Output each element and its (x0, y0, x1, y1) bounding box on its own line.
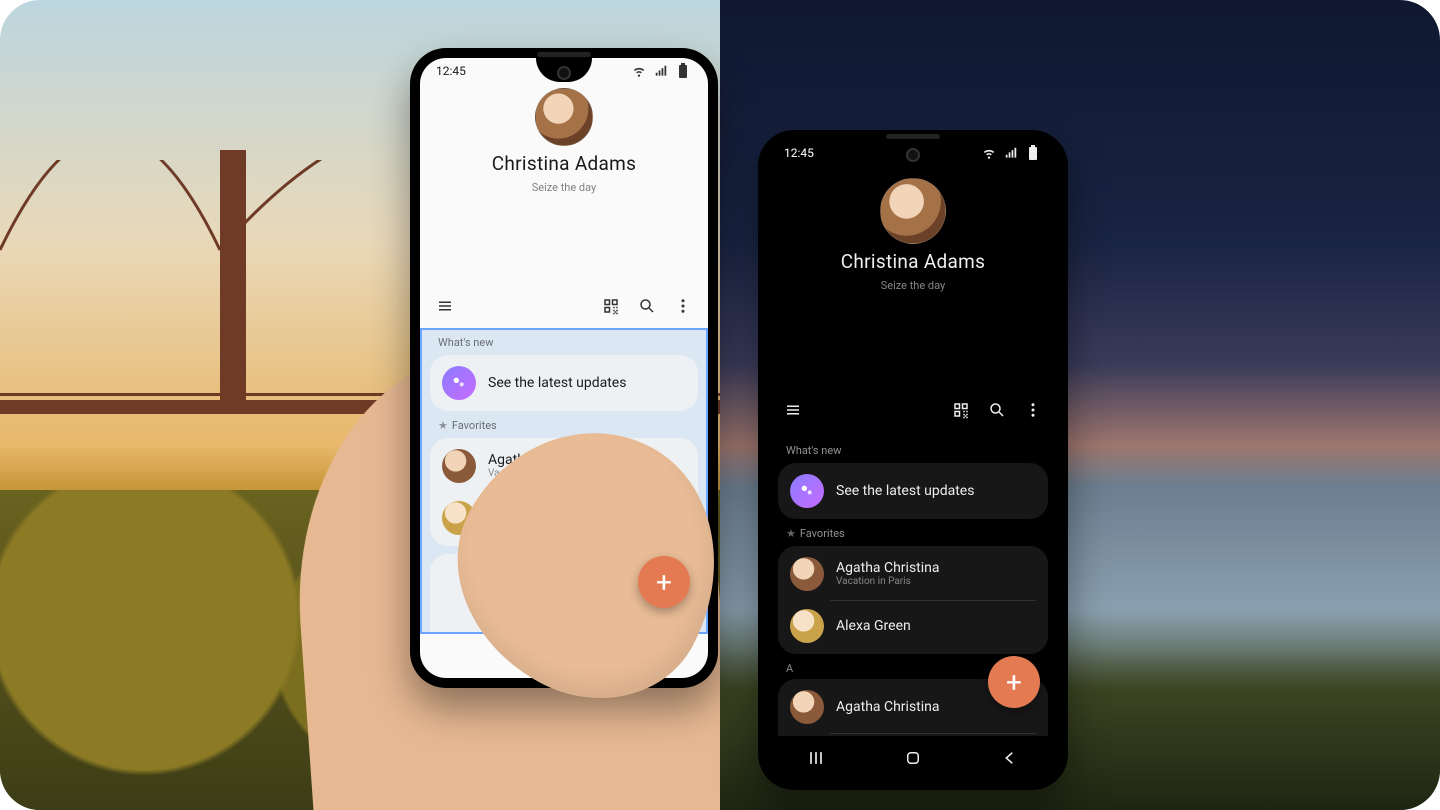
nav-home[interactable] (534, 647, 594, 665)
contact-name: Alexa Green (836, 618, 911, 634)
profile-name: Christina Adams (492, 152, 637, 175)
profile-tagline: Seize the day (532, 181, 597, 194)
updates-icon (442, 366, 476, 400)
qr-icon[interactable] (952, 401, 970, 419)
updates-row[interactable]: See the latest updates (784, 465, 1042, 517)
more-icon[interactable] (674, 297, 692, 315)
phone-dark-mode: 12:45 Christina Adams Seize the day (758, 130, 1068, 790)
wifi-icon (630, 62, 648, 80)
contact-row[interactable]: Alexa (436, 492, 692, 544)
plus-icon: + (656, 566, 672, 599)
updates-icon (790, 474, 824, 508)
qr-icon[interactable] (602, 297, 620, 315)
contact-status: Vacation in Paris (836, 576, 940, 588)
nav-recents[interactable] (786, 748, 846, 768)
signal-icon (652, 62, 670, 80)
contact-row[interactable]: Agatha ChristinaVacation in Paris (784, 548, 1042, 600)
updates-label: See the latest updates (836, 483, 974, 499)
profile-header[interactable]: Christina Adams Seize the day (768, 178, 1058, 292)
search-icon[interactable] (988, 401, 1006, 419)
profile-avatar[interactable] (880, 178, 946, 244)
updates-label: See the latest updates (488, 375, 626, 391)
battery-icon (1024, 144, 1042, 162)
earpiece (537, 52, 591, 57)
contact-status: Vacation in Paris (488, 468, 592, 480)
contact-row[interactable]: Agatha ChristinaVacation in Paris (436, 440, 692, 492)
more-icon[interactable] (1024, 401, 1042, 419)
profile-avatar[interactable] (535, 88, 593, 146)
status-clock: 12:45 (436, 64, 466, 78)
updates-row[interactable]: See the latest updates (436, 357, 692, 409)
toolbar (768, 390, 1058, 430)
star-icon: ★ (786, 527, 796, 540)
nav-home[interactable] (883, 749, 943, 767)
contact-name: Agatha Christina (488, 452, 592, 468)
nav-back[interactable] (980, 749, 1040, 767)
profile-header[interactable]: Christina Adams Seize the day (420, 88, 708, 194)
hamburger-icon[interactable] (784, 401, 802, 419)
search-icon[interactable] (638, 297, 656, 315)
section-whats-new: What's new (778, 436, 1048, 463)
profile-name: Christina Adams (841, 250, 986, 273)
status-clock: 12:45 (784, 146, 814, 160)
contact-avatar (442, 501, 476, 535)
add-contact-fab[interactable]: + (638, 556, 690, 608)
section-favorites: ★Favorites (430, 411, 698, 438)
contact-avatar (790, 557, 824, 591)
contact-name: tina (488, 574, 511, 590)
contact-row[interactable]: rtin (436, 608, 692, 634)
contact-name: Agatha Christina (836, 560, 940, 576)
hamburger-icon[interactable] (436, 297, 454, 315)
contact-row[interactable]: Alexa Green (784, 600, 1042, 652)
contact-avatar (442, 449, 476, 483)
nav-bar (768, 736, 1058, 780)
earpiece (886, 134, 940, 139)
add-contact-fab[interactable]: + (988, 656, 1040, 708)
section-favorites: ★Favorites (778, 519, 1048, 546)
plus-icon: + (1006, 666, 1022, 699)
nav-bar (420, 634, 708, 678)
toolbar (420, 286, 708, 326)
star-icon: ★ (438, 419, 448, 432)
section-whats-new: What's new (430, 328, 698, 355)
contact-avatar (790, 690, 824, 724)
wifi-icon (980, 144, 998, 162)
signal-icon (1002, 144, 1020, 162)
contact-name: Agatha Christina (836, 699, 940, 715)
battery-icon (674, 62, 692, 80)
contact-name: rtin (488, 626, 509, 634)
contact-avatar (790, 609, 824, 643)
profile-tagline: Seize the day (881, 279, 946, 292)
contact-name: Alexa (488, 510, 523, 526)
phone-light-mode: 12:45 Christina Adams Seize the day (410, 48, 718, 688)
nav-back[interactable] (630, 647, 690, 665)
